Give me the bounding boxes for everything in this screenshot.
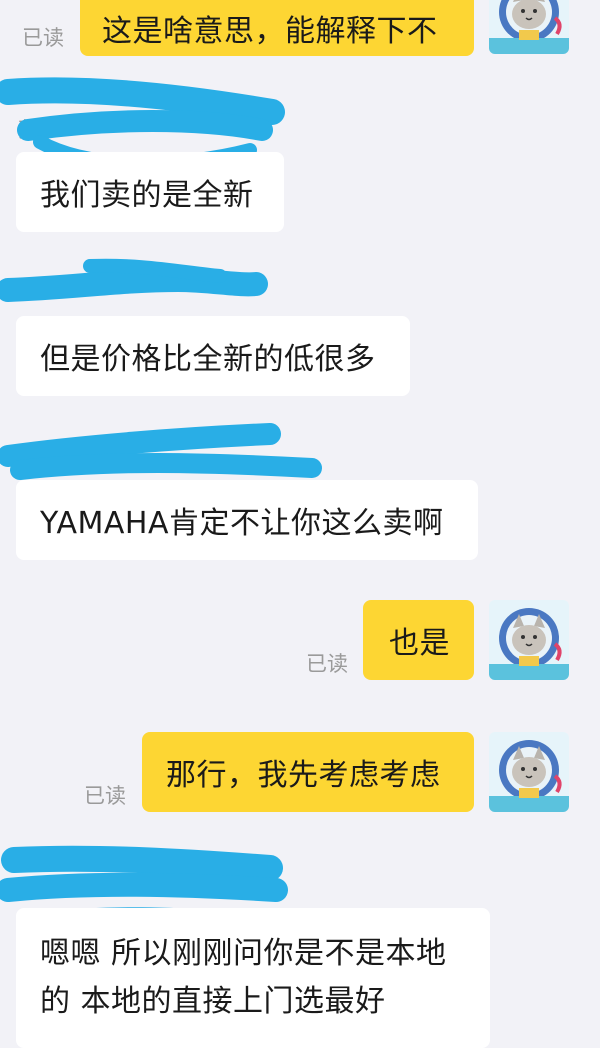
redaction-scribble — [0, 258, 268, 302]
message-bubble-incoming[interactable]: 我们卖的是全新 — [16, 152, 284, 232]
message-bubble-outgoing[interactable]: 也是 — [363, 600, 474, 680]
message-text: 我们卖的是全新 — [40, 178, 254, 213]
message-text: 这是啥意思，能解释下不 — [102, 14, 438, 49]
sender-name-fragment: 落 — [18, 118, 39, 142]
message-bubble-incoming[interactable]: 嗯嗯 所以刚刚问你是不是本地的 本地的直接上门选最好 — [16, 908, 490, 1048]
message-text: 嗯嗯 所以刚刚问你是不是本地的 本地的直接上门选最好 — [40, 936, 447, 1019]
read-receipt: 已读 — [306, 652, 348, 676]
message-bubble-incoming[interactable]: 但是价格比全新的低很多 — [16, 316, 410, 396]
cat-astronaut-avatar-icon — [489, 0, 569, 54]
message-bubble-outgoing[interactable]: 这是啥意思，能解释下不 — [80, 0, 474, 56]
message-text: YAMAHA肯定不让你这么卖啊 — [40, 506, 444, 541]
chat-view[interactable]: 已读 这是啥意思，能解释下不 落 我们卖的是全新 但是价格比全新的低很多 YAM… — [0, 0, 600, 1048]
cat-astronaut-avatar-icon — [489, 732, 569, 812]
read-receipt: 已读 — [22, 26, 64, 50]
message-text: 也是 — [389, 626, 450, 661]
user-avatar[interactable] — [489, 600, 569, 680]
cat-astronaut-avatar-icon — [489, 600, 569, 680]
message-text: 但是价格比全新的低很多 — [40, 342, 376, 377]
message-bubble-outgoing[interactable]: 那行，我先考虑考虑 — [142, 732, 474, 812]
message-bubble-incoming[interactable]: YAMAHA肯定不让你这么卖啊 — [16, 480, 478, 560]
read-receipt: 已读 — [84, 784, 126, 808]
user-avatar[interactable] — [489, 732, 569, 812]
user-avatar[interactable] — [489, 0, 569, 54]
message-text: 那行，我先考虑考虑 — [166, 758, 441, 793]
